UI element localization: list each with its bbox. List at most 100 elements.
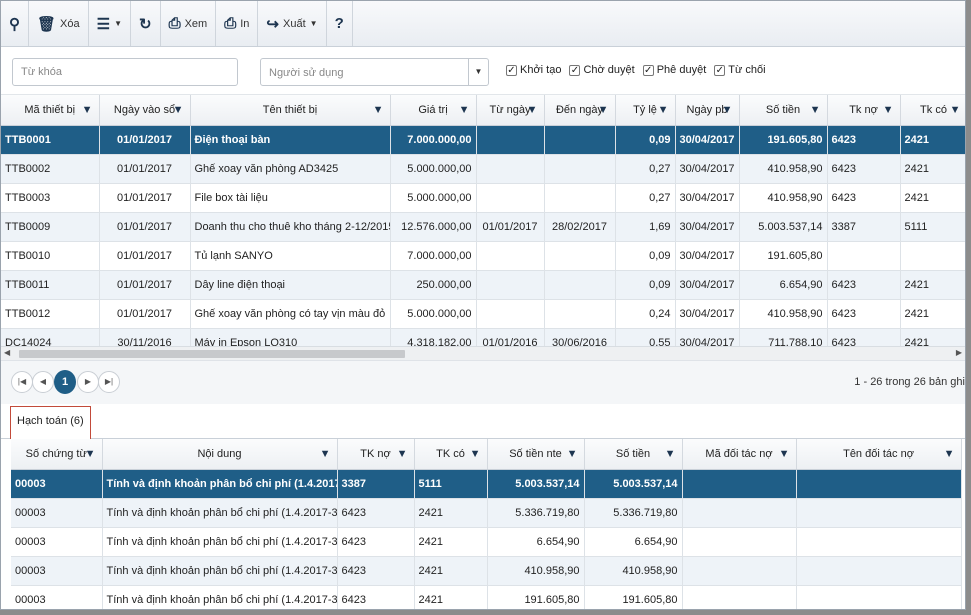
tab-hach-toan[interactable]: Hạch toán (6)	[10, 406, 91, 439]
cell-ma-thiet-bi[interactable]: TTB0002	[1, 154, 100, 184]
cell-so-tien[interactable]: 410.958,90	[739, 154, 828, 184]
cell-ma-thiet-bi[interactable]: DC14024	[1, 328, 100, 346]
cell-ma-thiet-bi[interactable]: TTB0011	[1, 270, 100, 300]
column-header-ngay-pb[interactable]: Ngày pb ▼	[675, 95, 740, 126]
cell-den-ngay[interactable]	[544, 154, 616, 184]
filter-icon[interactable]: ▼	[470, 448, 481, 460]
filter-icon[interactable]: ▼	[373, 104, 384, 116]
cell-tk-no[interactable]: 6423	[827, 299, 901, 329]
cell-ten-thiet-bi[interactable]: Doanh thu cho thuê kho tháng 2-12/2015	[190, 212, 391, 242]
cell-ten-thiet-bi[interactable]: File box tài liệu	[190, 183, 391, 213]
help-button[interactable]: ?	[327, 1, 353, 46]
checkbox-tu-choi[interactable]: ✓ Từ chối	[714, 64, 766, 76]
cell-gia-tri[interactable]: 250.000,00	[390, 270, 477, 300]
cell-tu-ngay[interactable]: 01/01/2016	[476, 328, 545, 346]
cell-ty-le[interactable]: 0,09	[615, 270, 676, 300]
cell-tu-ngay[interactable]: 01/01/2017	[476, 212, 545, 242]
print-preview-button[interactable]: ⎙ Xem	[161, 1, 217, 46]
cell-ma-thiet-bi[interactable]: TTB0012	[1, 299, 100, 329]
column-header-ten-doi-tac-no[interactable]: Tên đối tác nợ ▼	[796, 439, 962, 470]
column-header-so-tien-nte[interactable]: Số tiền nte ▼	[487, 439, 585, 470]
cell-so-tien-nte[interactable]: 191.605,80	[487, 585, 585, 609]
cell-ten-thiet-bi[interactable]: Điện thoại bàn	[190, 125, 391, 155]
cell-ngay-vao-so[interactable]: 01/01/2017	[99, 270, 191, 300]
last-page-button[interactable]: ▶|	[98, 371, 120, 393]
filter-icon[interactable]: ▼	[598, 104, 609, 116]
cell-ngay-pb[interactable]: 30/04/2017	[675, 299, 740, 329]
cell-so-tien[interactable]: 5.336.719,80	[584, 498, 683, 528]
cell-tu-ngay[interactable]	[476, 125, 545, 155]
cell-den-ngay[interactable]	[544, 241, 616, 271]
cell-so-tien[interactable]: 6.654,90	[584, 527, 683, 557]
cell-ten-doi-tac-no[interactable]	[796, 527, 962, 557]
cell-ty-le[interactable]: 0,27	[615, 183, 676, 213]
cell-noi-dung[interactable]: Tính và định khoản phân bổ chi phí (1.4.…	[102, 556, 338, 586]
cell-so-tien[interactable]: 410.958,90	[584, 556, 683, 586]
filter-icon[interactable]: ▼	[883, 104, 894, 116]
cell-ma-thiet-bi[interactable]: TTB0001	[1, 125, 100, 155]
checkbox-khoi-tao[interactable]: ✓ Khởi tạo	[506, 64, 561, 76]
cell-so-tien[interactable]: 191.605,80	[739, 241, 828, 271]
checkbox-cho-duyet[interactable]: ✓ Chờ duyệt	[569, 64, 635, 76]
cell-den-ngay[interactable]: 28/02/2017	[544, 212, 616, 242]
cell-so-tien[interactable]: 5.003.537,14	[739, 212, 828, 242]
cell-ngay-pb[interactable]: 30/04/2017	[675, 270, 740, 300]
cell-tk-co[interactable]	[900, 241, 965, 271]
table-row[interactable]: TTB0010 01/01/2017 Tủ lạnh SANYO 7.000.000,…	[1, 241, 965, 271]
cell-ma-doi-tac-no[interactable]	[682, 556, 797, 586]
cell-ty-le[interactable]: 0,09	[615, 241, 676, 271]
table-row[interactable]: TTB0009 01/01/2017 Doanh thu cho thuê kho …	[1, 212, 965, 242]
column-header-tk-no[interactable]: Tk nợ ▼	[827, 95, 901, 126]
column-header-so-tien[interactable]: Số tiền ▼	[739, 95, 828, 126]
cell-ten-thiet-bi[interactable]: Tủ lạnh SANYO	[190, 241, 391, 271]
cell-tk-no[interactable]: 6423	[827, 154, 901, 184]
cell-den-ngay[interactable]	[544, 299, 616, 329]
cell-so-tien[interactable]: 191.605,80	[584, 585, 683, 609]
column-header-den-ngay[interactable]: Đến ngày ▼	[544, 95, 616, 126]
export-button[interactable]: ↪ Xuất ▼	[258, 1, 327, 46]
table-row[interactable]: TTB0003 01/01/2017 File box tài liệu 5.000.…	[1, 183, 965, 213]
cell-noi-dung[interactable]: Tính và định khoản phân bổ chi phí (1.4.…	[102, 585, 338, 609]
cell-ty-le[interactable]: 0,24	[615, 299, 676, 329]
column-header-tk-co[interactable]: Tk có ▼	[900, 95, 965, 126]
cell-ma-doi-tac-no[interactable]	[682, 469, 797, 499]
filter-icon[interactable]: ▼	[950, 104, 961, 116]
next-page-button[interactable]: ▶	[77, 371, 99, 393]
cell-so-tien[interactable]: 191.605,80	[739, 125, 828, 155]
cell-ten-doi-tac-no[interactable]	[796, 498, 962, 528]
cell-tk-co[interactable]: 2421	[900, 328, 965, 346]
cell-so-tien[interactable]: 410.958,90	[739, 299, 828, 329]
cell-den-ngay[interactable]	[544, 183, 616, 213]
prev-page-button[interactable]: ◀	[32, 371, 54, 393]
column-header-so-tien[interactable]: Số tiền ▼	[584, 439, 683, 470]
scroll-right-icon[interactable]: ▶	[956, 348, 962, 357]
column-header-ma-thiet-bi[interactable]: Mã thiết bị ▼	[1, 95, 100, 126]
cell-ty-le[interactable]: 0,27	[615, 154, 676, 184]
cell-gia-tri[interactable]: 5.000.000,00	[390, 299, 477, 329]
filter-icon[interactable]: ▼	[779, 448, 790, 460]
table-row[interactable]: DC14024 30/11/2016 Máy in Epson LQ310 4.318…	[1, 328, 965, 346]
cell-tk-no[interactable]: 6423	[337, 585, 415, 609]
cell-ngay-vao-so[interactable]: 01/01/2017	[99, 299, 191, 329]
cell-gia-tri[interactable]: 5.000.000,00	[390, 154, 477, 184]
cell-ty-le[interactable]: 1,69	[615, 212, 676, 242]
column-header-ngay-vao-so[interactable]: Ngày vào sổ ▼	[99, 95, 191, 126]
cell-gia-tri[interactable]: 7.000.000,00	[390, 125, 477, 155]
filter-icon[interactable]: ▼	[567, 448, 578, 460]
cell-ten-thiet-bi[interactable]: Ghế xoay văn phòng có tay vịn màu đỏ	[190, 299, 391, 329]
column-header-gia-tri[interactable]: Giá trị ▼	[390, 95, 477, 126]
cell-tk-no[interactable]	[827, 241, 901, 271]
table-row[interactable]: 00003 Tính và định khoản phân bổ chi phí …	[11, 585, 962, 609]
cell-ten-thiet-bi[interactable]: Máy in Epson LQ310	[190, 328, 391, 346]
filter-icon[interactable]: ▼	[810, 104, 821, 116]
cell-so-chung-tu[interactable]: 00003	[11, 556, 103, 586]
scroll-left-icon[interactable]: ◀	[4, 348, 10, 357]
cell-ten-doi-tac-no[interactable]	[796, 556, 962, 586]
cell-ngay-pb[interactable]: 30/04/2017	[675, 241, 740, 271]
cell-ma-thiet-bi[interactable]: TTB0009	[1, 212, 100, 242]
cell-tk-co[interactable]: 2421	[900, 299, 965, 329]
print-button[interactable]: ⎙ In	[216, 1, 259, 46]
cell-tk-co[interactable]: 2421	[900, 270, 965, 300]
cell-so-tien-nte[interactable]: 5.336.719,80	[487, 498, 585, 528]
cell-so-tien-nte[interactable]: 410.958,90	[487, 556, 585, 586]
